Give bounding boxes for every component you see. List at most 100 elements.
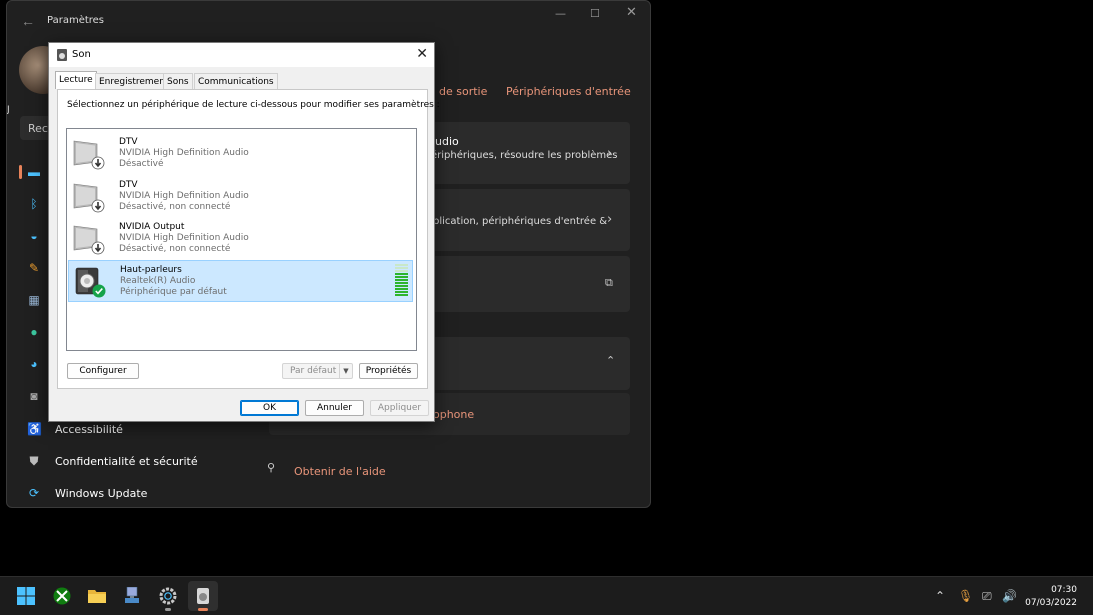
taskbar-app-settings[interactable] (153, 581, 183, 611)
list-item[interactable]: NVIDIA Output NVIDIA High Definition Aud… (68, 218, 413, 260)
desktop: ← Paramètres — ☐ ✕ J Rech ▬ ᛒ ◒ ✎ ▦ ● ◕ (0, 0, 1093, 615)
list-item[interactable]: DTV NVIDIA High Definition Audio Désacti… (68, 133, 413, 175)
clock[interactable]: 07:30 07/03/2022 (1025, 584, 1077, 610)
bluetooth-icon: ᛒ (30, 197, 38, 211)
dialog-titlebar: Son ✕ (49, 43, 434, 67)
app-volume-card-subtitle: plication, périphériques d'entrée & (433, 216, 608, 227)
device-name: NVIDIA Output (119, 222, 185, 232)
monitor-speaker-icon (73, 225, 105, 255)
network-icon[interactable]: ⎚ (982, 589, 992, 604)
nav-label-windows-update: Windows Update (55, 487, 148, 500)
xbox-icon (53, 587, 71, 605)
meter-bar (395, 294, 408, 296)
dialog-title: Son (72, 49, 91, 60)
dropdown-arrow-icon[interactable]: ▼ (339, 364, 352, 378)
chevron-up-icon: ⌃ (606, 354, 616, 367)
meter-bar (395, 264, 408, 266)
set-default-label: Par défaut (290, 366, 337, 376)
input-devices-link[interactable]: Périphériques d'entrée (506, 85, 631, 98)
device-manager-icon (125, 587, 139, 603)
open-external-icon: ⧉ (605, 276, 613, 289)
running-indicator (165, 608, 171, 611)
nav-label-accessibility: Accessibilité (55, 423, 123, 436)
device-name: DTV (119, 180, 138, 190)
nav-item-windows-update[interactable]: ⟳ Windows Update (21, 482, 231, 506)
meter-bar (395, 282, 408, 284)
clock-time: 07:30 (1051, 585, 1077, 595)
tray-chevron-up-icon[interactable]: ⌃ (935, 589, 945, 603)
accessibility-icon: ♿ (27, 422, 42, 436)
minimize-icon[interactable]: — (555, 7, 566, 20)
device-name: DTV (119, 137, 138, 147)
nav-item-privacy[interactable]: ⛊ Confidentialité et sécurité (21, 450, 231, 474)
playback-device-list[interactable]: DTV NVIDIA High Definition Audio Désacti… (66, 128, 417, 351)
help-icon: ⚲ (267, 461, 276, 474)
update-icon: ⟳ (28, 486, 40, 500)
device-driver: NVIDIA High Definition Audio (119, 148, 249, 158)
device-status: Désactivé (119, 159, 164, 169)
monitor-speaker-icon (73, 183, 105, 213)
volume-icon[interactable]: 🔊 (1002, 589, 1017, 603)
microphone-icon[interactable]: 🎙 (958, 589, 973, 603)
meter-bar (395, 273, 408, 275)
instruction-text: Sélectionnez un périphérique de lecture … (67, 100, 440, 110)
volume-level-meter (395, 264, 408, 298)
meter-bar (395, 279, 408, 281)
configure-button[interactable]: Configurer (67, 363, 139, 379)
device-status: Périphérique par défaut (120, 287, 227, 297)
monitor-speaker-icon (73, 140, 105, 170)
user-icon: ● (30, 325, 38, 339)
audio-card-title: udio (435, 135, 459, 148)
device-driver: NVIDIA High Definition Audio (119, 191, 249, 201)
output-devices-link[interactable]: de sortie (439, 85, 487, 98)
meter-bar (395, 270, 408, 272)
tab-communications[interactable]: Communications (194, 73, 278, 89)
ok-button[interactable]: OK (240, 400, 299, 416)
back-arrow-icon[interactable]: ← (21, 13, 35, 29)
sound-icon (197, 588, 209, 604)
meter-bar (395, 276, 408, 278)
device-driver: NVIDIA High Definition Audio (119, 233, 249, 243)
gamepad-icon: ◙ (30, 389, 38, 403)
microphone-link[interactable]: ophone (433, 408, 474, 421)
taskbar-app-sound[interactable] (188, 581, 218, 611)
clock-date: 07/03/2022 (1025, 598, 1077, 608)
properties-button[interactable]: Propriétés (359, 363, 418, 379)
dialog-close-icon[interactable]: ✕ (416, 46, 428, 62)
speaker-device-icon (75, 267, 106, 298)
apply-button[interactable]: Appliquer (370, 400, 429, 416)
start-button[interactable] (11, 581, 41, 611)
meter-bar (395, 267, 408, 269)
tab-sons[interactable]: Sons (163, 73, 193, 89)
tab-lecture[interactable]: Lecture (55, 71, 97, 89)
display-icon: ▬ (28, 165, 40, 179)
taskbar-app-xbox[interactable] (47, 581, 77, 611)
device-driver: Realtek(R) Audio (120, 276, 196, 286)
set-default-button[interactable]: Par défaut ▼ (282, 363, 353, 379)
taskbar: ⌃ 🎙 ⎚ 🔊 07:30 07/03/2022 (0, 576, 1093, 615)
nav-label-privacy: Confidentialité et sécurité (55, 455, 198, 468)
meter-bar (395, 291, 408, 293)
user-name-fragment: J (7, 105, 10, 115)
device-status: Désactivé, non connecté (119, 202, 231, 212)
meter-bar (395, 288, 408, 290)
shield-icon: ⛊ (29, 454, 39, 468)
taskbar-app-explorer[interactable] (82, 581, 112, 611)
close-icon[interactable]: ✕ (626, 5, 637, 20)
globe-icon: ◕ (30, 357, 38, 371)
list-item[interactable]: DTV NVIDIA High Definition Audio Désacti… (68, 176, 413, 218)
taskbar-app-device-manager[interactable] (117, 581, 147, 611)
maximize-icon[interactable]: ☐ (590, 7, 600, 20)
settings-title: Paramètres (47, 15, 105, 26)
start-icon (17, 587, 35, 605)
get-help-link[interactable]: Obtenir de l'aide (294, 465, 386, 478)
settings-icon (159, 587, 177, 605)
cancel-button[interactable]: Annuler (305, 400, 364, 416)
apps-icon: ▦ (28, 293, 40, 307)
sound-dialog: Son ✕ Lecture Enregistrement Sons Commun… (48, 42, 440, 422)
list-item-selected[interactable]: Haut-parleurs Realtek(R) Audio Périphéri… (68, 260, 413, 302)
tab-enregistrement[interactable]: Enregistrement (95, 73, 173, 89)
audio-card-subtitle: ériphériques, résoudre les problèmes (431, 150, 618, 161)
chevron-right-icon: › (607, 212, 613, 227)
device-name: Haut-parleurs (120, 265, 182, 275)
